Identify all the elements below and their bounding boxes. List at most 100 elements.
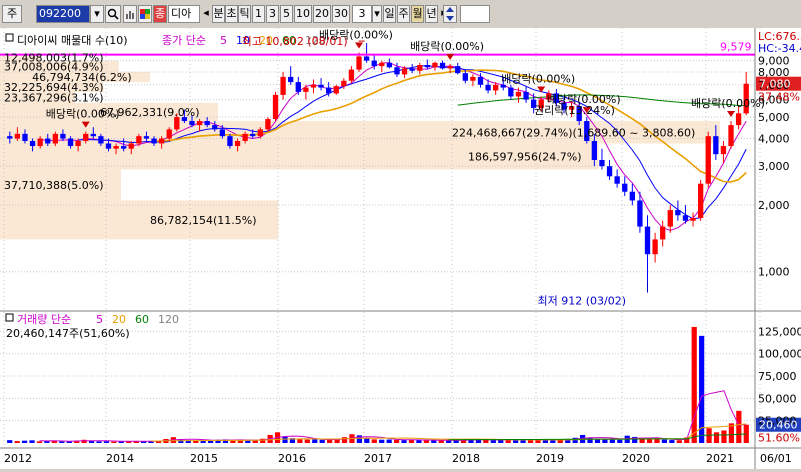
candle-body xyxy=(523,91,529,100)
period-3[interactable]: 3 xyxy=(266,5,279,23)
chart-background xyxy=(0,28,801,469)
volume-bar xyxy=(319,439,325,443)
horizontal-line-label: 9,579 xyxy=(720,41,752,54)
candle-body xyxy=(98,136,104,144)
candle-body xyxy=(705,136,711,184)
chart-button[interactable] xyxy=(123,5,137,23)
chevron-down-icon[interactable]: ▾ xyxy=(90,5,104,23)
candle-body xyxy=(363,56,370,61)
candle-body xyxy=(394,67,400,75)
period-20[interactable]: 20 xyxy=(313,5,331,23)
volume-bar xyxy=(341,437,348,443)
tab-tick-label: 틱 xyxy=(239,7,250,20)
color-button[interactable] xyxy=(138,5,152,23)
period-1[interactable]: 1 xyxy=(252,5,265,23)
candle-body xyxy=(212,125,218,130)
volume-profile-label: 186,597,956(24.7%) xyxy=(468,150,582,163)
candle-body xyxy=(508,87,514,97)
volume-profile-label: 37,710,388(5.0%) xyxy=(4,179,104,192)
updown-arrows-icon[interactable] xyxy=(443,5,457,23)
candle-body xyxy=(257,129,263,137)
volume-bar xyxy=(364,438,370,443)
chart-area: 12,498,003(1.7%) 37,008,006(4.9%) 46,794,7… xyxy=(0,28,801,469)
candle-body xyxy=(234,140,241,147)
period-5[interactable]: 5 xyxy=(280,5,293,23)
extra-input[interactable] xyxy=(460,5,490,23)
volume-bar xyxy=(7,440,13,443)
market-select[interactable]: 주 xyxy=(2,5,22,23)
stock-name-field[interactable]: 디아 xyxy=(168,5,200,23)
candle-body xyxy=(303,87,309,92)
period-10[interactable]: 10 xyxy=(294,5,312,23)
tab-year-label: 년 xyxy=(426,7,437,20)
price-tick-label: 5,000 xyxy=(758,111,790,124)
dividend-label: 배당락(0.00%) xyxy=(501,72,575,85)
candle-body xyxy=(90,133,96,137)
candle-body xyxy=(417,65,423,71)
volume-bar xyxy=(393,439,400,443)
tab-month[interactable]: 월 xyxy=(411,5,424,23)
volume-tick-label: 125,000 xyxy=(758,325,801,338)
tab-day-label: 일 xyxy=(384,7,395,20)
tab-second[interactable]: 초 xyxy=(225,5,238,23)
x-axis-label: 2012 xyxy=(4,452,32,465)
volume-legend-ma: 20 xyxy=(112,313,126,326)
stock-name-value: 디아 xyxy=(171,7,192,20)
volume-legend-ma: 60 xyxy=(135,313,149,326)
stock-code-input[interactable]: 092200 xyxy=(36,5,90,23)
candle-body xyxy=(121,146,127,149)
candle-body xyxy=(280,76,286,95)
x-axis-label: 2020 xyxy=(622,452,650,465)
volume-bar xyxy=(245,440,251,443)
x-axis-label: 06/01 xyxy=(760,452,792,465)
candle-body xyxy=(242,133,248,141)
volume-profile-zones xyxy=(0,28,801,469)
candle-body xyxy=(75,140,81,147)
volume-bar xyxy=(379,439,385,443)
candle-body xyxy=(432,62,438,68)
candle-body xyxy=(515,91,522,97)
volume-bar xyxy=(14,441,20,443)
candle-body xyxy=(644,226,651,255)
tab-second-label: 초 xyxy=(226,7,237,20)
volume-current-label: 20,460 xyxy=(759,419,798,432)
candle-body xyxy=(409,68,415,71)
search-button[interactable] xyxy=(105,5,121,23)
tab-year[interactable]: 년 xyxy=(425,5,438,23)
x-axis-label: 2017 xyxy=(364,452,392,465)
candle-body xyxy=(591,140,598,160)
tab-day[interactable]: 일 xyxy=(383,5,396,23)
candle-body xyxy=(614,176,620,184)
legend-stock-name: 디아이씨 매물대 수(10) xyxy=(17,34,128,47)
volume-legend-ma: 5 xyxy=(96,313,103,326)
volume-legend-ma: 120 xyxy=(158,313,179,326)
tab-week[interactable]: 주 xyxy=(397,5,410,23)
market-select-label: 주 xyxy=(6,7,18,20)
tab-minute[interactable]: 분 xyxy=(212,5,225,23)
volume-bar xyxy=(111,441,117,443)
candle-body xyxy=(67,138,74,147)
volume-tick-label: 50,000 xyxy=(758,392,797,405)
candle-body xyxy=(735,113,742,126)
volume-bar xyxy=(490,440,496,443)
volume-bar xyxy=(669,440,675,443)
period-30[interactable]: 30 xyxy=(332,5,350,23)
chart-svg[interactable]: 12,498,003(1.7%)37,008,006(4.9%)46,794,7… xyxy=(0,28,801,469)
volume-bar xyxy=(371,439,377,443)
candle-body xyxy=(439,62,446,69)
volume-legend-value: 20,460,147주(51,60%) xyxy=(6,327,130,340)
volume-legend-checkbox[interactable] xyxy=(5,313,14,322)
tab-tick[interactable]: 틱 xyxy=(238,5,251,23)
candle-body xyxy=(462,73,468,81)
count-input[interactable]: 3 xyxy=(352,5,372,23)
x-axis-label: 2021 xyxy=(706,452,734,465)
legend-checkbox[interactable] xyxy=(5,33,14,42)
candle-body xyxy=(333,86,339,94)
volume-pct-label: 51.60% xyxy=(758,432,800,445)
price-tick-label: 2,000 xyxy=(758,199,790,212)
count-value: 3 xyxy=(358,7,366,20)
triangle-left-icon[interactable]: ◂ xyxy=(201,5,211,23)
count-spin-icon[interactable]: ▾ xyxy=(372,5,382,23)
volume-bar xyxy=(460,440,467,443)
candle-body xyxy=(189,121,195,126)
